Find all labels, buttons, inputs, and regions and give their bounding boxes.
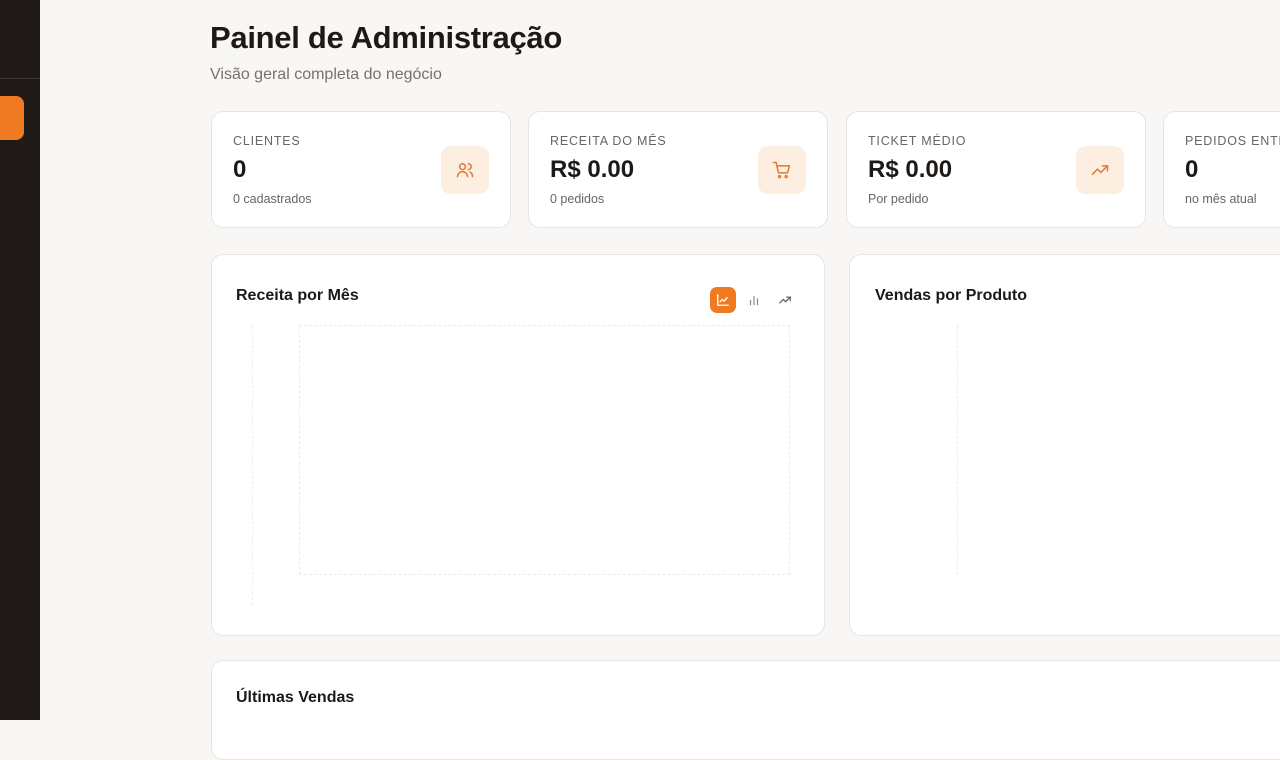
stat-card-pedidos: PEDIDOS ENTR 0 no mês atual	[1163, 111, 1280, 228]
stat-value: 0	[1185, 156, 1199, 183]
users-icon	[441, 146, 489, 194]
stat-card-clientes: CLIENTES 0 0 cadastrados	[211, 111, 511, 228]
stat-subtext: no mês atual	[1185, 192, 1257, 206]
revenue-plot-area	[299, 325, 790, 575]
stat-subtext: Por pedido	[868, 192, 929, 206]
stat-label: TICKET MÉDIO	[868, 134, 967, 148]
revenue-chart-panel: Receita por Mês	[211, 254, 825, 636]
sidebar	[0, 0, 40, 720]
line-chart-icon[interactable]	[772, 287, 798, 313]
stat-label: PEDIDOS ENTR	[1185, 134, 1280, 148]
stat-subtext: 0 cadastrados	[233, 192, 312, 206]
products-chart-title: Vendas por Produto	[875, 287, 1028, 304]
recent-sales-panel: Últimas Vendas	[211, 660, 1280, 760]
stat-value: 0	[233, 156, 247, 183]
stat-label: CLIENTES	[233, 134, 301, 148]
bar-chart-icon[interactable]	[741, 287, 767, 313]
stat-value: R$ 0.00	[868, 156, 953, 183]
products-chart-panel: Vendas por Produto	[849, 254, 1280, 636]
stat-value: R$ 0.00	[550, 156, 635, 183]
stat-label: RECEITA DO MÊS	[550, 134, 667, 148]
sidebar-divider	[0, 78, 40, 79]
trending-up-icon	[1076, 146, 1124, 194]
stat-subtext: 0 pedidos	[550, 192, 605, 206]
chart-y-axis	[252, 325, 253, 605]
stat-card-ticket-medio: TICKET MÉDIO R$ 0.00 Por pedido	[846, 111, 1146, 228]
shopping-cart-icon	[758, 146, 806, 194]
page-title: Painel de Administração	[210, 20, 563, 55]
stat-card-receita: RECEITA DO MÊS R$ 0.00 0 pedidos	[528, 111, 828, 228]
page-subtitle: Visão geral completa do negócio	[210, 66, 442, 83]
sidebar-item-active[interactable]	[0, 96, 24, 140]
page-header: Painel de Administração Visão geral comp…	[210, 20, 562, 84]
revenue-chart-title: Receita por Mês	[236, 287, 359, 304]
products-plot-area	[957, 325, 958, 575]
recent-sales-title: Últimas Vendas	[236, 689, 355, 706]
area-chart-icon[interactable]	[710, 287, 736, 313]
